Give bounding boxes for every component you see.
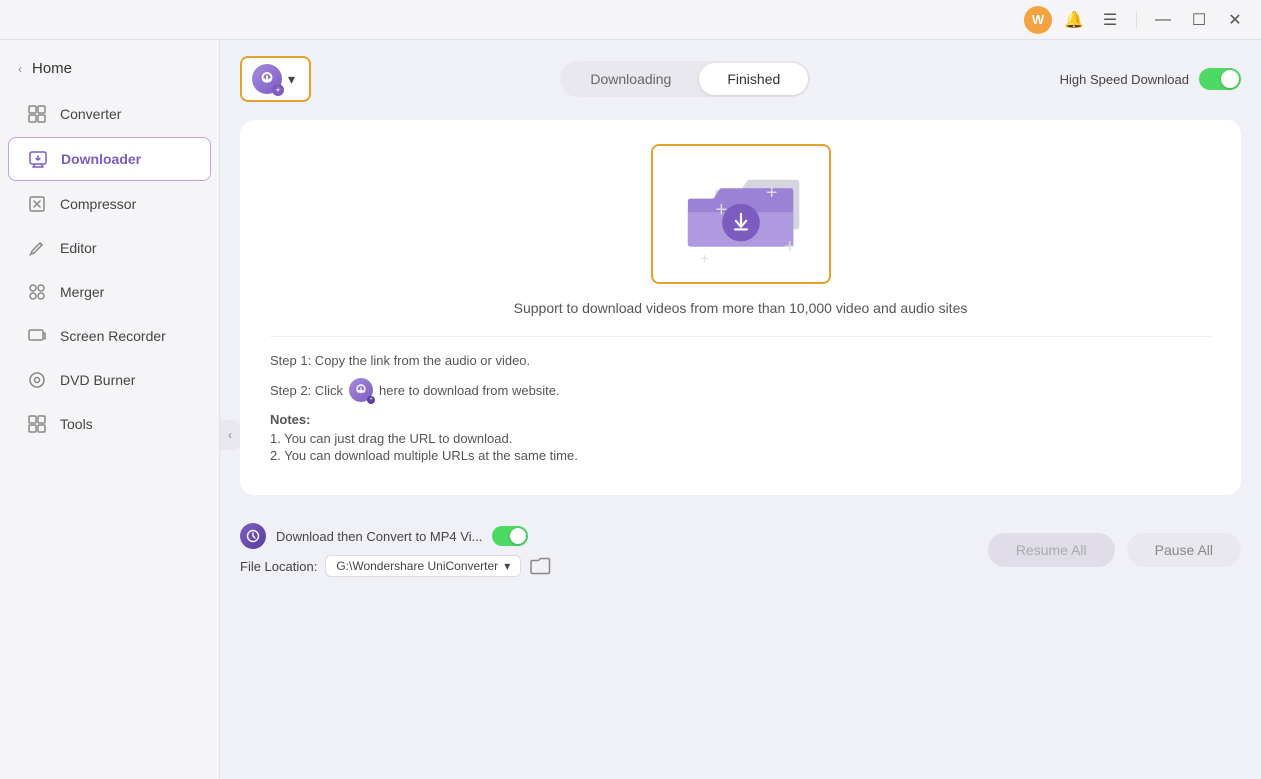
- step2-suffix: here to download from website.: [379, 383, 560, 398]
- tab-group: Downloading Finished: [560, 61, 810, 97]
- topbar: + ▾ Downloading Finished High Speed Down…: [240, 56, 1241, 102]
- note1: 1. You can just drag the URL to download…: [270, 431, 1211, 446]
- merger-icon: [26, 281, 48, 303]
- file-location-label: File Location:: [240, 559, 317, 574]
- file-location-value: G:\Wondershare UniConverter: [336, 559, 498, 573]
- main-content: + ▾ Downloading Finished High Speed Down…: [220, 40, 1261, 779]
- menu-button[interactable]: ☰: [1096, 6, 1124, 34]
- screen-recorder-label: Screen Recorder: [60, 328, 166, 344]
- titlebar: W 🔔 ☰ — ☐ ✕: [0, 0, 1261, 40]
- step1-line: Step 1: Copy the link from the audio or …: [270, 353, 1211, 368]
- converter-label: Converter: [60, 106, 121, 122]
- sidebar-item-merger[interactable]: Merger: [8, 271, 211, 313]
- compressor-icon: [26, 193, 48, 215]
- sidebar-collapse-button[interactable]: ‹: [220, 420, 240, 450]
- steps-area: Step 1: Copy the link from the audio or …: [270, 336, 1211, 465]
- maximize-button[interactable]: ☐: [1185, 6, 1213, 34]
- dvd-burner-icon: [26, 369, 48, 391]
- file-location-dropdown-arrow: ▾: [504, 559, 510, 573]
- pause-all-button[interactable]: Pause All: [1127, 533, 1241, 567]
- tab-finished[interactable]: Finished: [699, 63, 808, 95]
- step1-text: Step 1: Copy the link from the audio or …: [270, 353, 530, 368]
- minimize-button[interactable]: —: [1149, 6, 1177, 34]
- convert-row: Download then Convert to MP4 Vi...: [240, 523, 551, 549]
- file-location-row: File Location: G:\Wondershare UniConvert…: [240, 555, 551, 577]
- dvd-burner-label: DVD Burner: [60, 372, 135, 388]
- bottom-bar: Download then Convert to MP4 Vi... File …: [240, 511, 1241, 591]
- merger-label: Merger: [60, 284, 104, 300]
- notification-button[interactable]: 🔔: [1060, 6, 1088, 34]
- back-arrow-icon: ‹: [18, 62, 22, 76]
- sidebar-home[interactable]: ‹ Home: [0, 54, 219, 91]
- note2: 2. You can download multiple URLs at the…: [270, 448, 1211, 463]
- sidebar-item-screen-recorder[interactable]: Screen Recorder: [8, 315, 211, 357]
- notes-area: Notes: 1. You can just drag the URL to d…: [270, 412, 1211, 463]
- sidebar-item-converter[interactable]: Converter: [8, 93, 211, 135]
- screen-recorder-icon: [26, 325, 48, 347]
- tab-downloading[interactable]: Downloading: [562, 63, 699, 95]
- high-speed-toggle[interactable]: [1199, 68, 1241, 90]
- compressor-label: Compressor: [60, 196, 136, 212]
- step2-line: Step 2: Click + here to download from we…: [270, 378, 1211, 402]
- bottom-left: Download then Convert to MP4 Vi... File …: [240, 523, 551, 577]
- content-area: + + + +: [240, 120, 1241, 779]
- downloader-icon: [27, 148, 49, 170]
- step2-icon: +: [349, 378, 373, 402]
- home-label: Home: [32, 60, 72, 77]
- plus-sub-icon: +: [272, 84, 284, 96]
- app-layout: ‹ Home Converter Do: [0, 40, 1261, 779]
- editor-label: Editor: [60, 240, 97, 256]
- convert-label: Download then Convert to MP4 Vi...: [276, 529, 482, 544]
- bottom-right: Resume All Pause All: [988, 533, 1241, 567]
- converter-icon: [26, 103, 48, 125]
- sidebar: ‹ Home Converter Do: [0, 40, 220, 779]
- sidebar-item-downloader[interactable]: Downloader: [8, 137, 211, 181]
- downloader-label: Downloader: [61, 151, 141, 167]
- high-speed-label: High Speed Download: [1060, 72, 1189, 87]
- dropzone-description: Support to download videos from more tha…: [514, 300, 968, 316]
- add-url-button[interactable]: + ▾: [240, 56, 311, 102]
- high-speed-section: High Speed Download: [1060, 68, 1241, 90]
- notes-title: Notes:: [270, 412, 1211, 427]
- tools-icon: [26, 413, 48, 435]
- tools-label: Tools: [60, 416, 93, 432]
- dropzone-illustration: + + + +: [636, 144, 846, 284]
- editor-icon: [26, 237, 48, 259]
- file-location-select[interactable]: G:\Wondershare UniConverter ▾: [325, 555, 521, 577]
- file-location-folder-icon[interactable]: [529, 557, 551, 575]
- sidebar-item-dvd-burner[interactable]: DVD Burner: [8, 359, 211, 401]
- sidebar-item-tools[interactable]: Tools: [8, 403, 211, 445]
- add-url-dropdown-arrow: ▾: [288, 71, 295, 88]
- sidebar-item-editor[interactable]: Editor: [8, 227, 211, 269]
- add-url-icon: +: [252, 64, 282, 94]
- convert-icon: [240, 523, 266, 549]
- sidebar-item-compressor[interactable]: Compressor: [8, 183, 211, 225]
- separator: [1136, 11, 1137, 29]
- dropzone-card: + + + +: [240, 120, 1241, 495]
- convert-toggle[interactable]: [492, 526, 528, 546]
- user-avatar: W: [1024, 6, 1052, 34]
- resume-all-button[interactable]: Resume All: [988, 533, 1115, 567]
- step2-prefix: Step 2: Click: [270, 383, 343, 398]
- close-button[interactable]: ✕: [1221, 6, 1249, 34]
